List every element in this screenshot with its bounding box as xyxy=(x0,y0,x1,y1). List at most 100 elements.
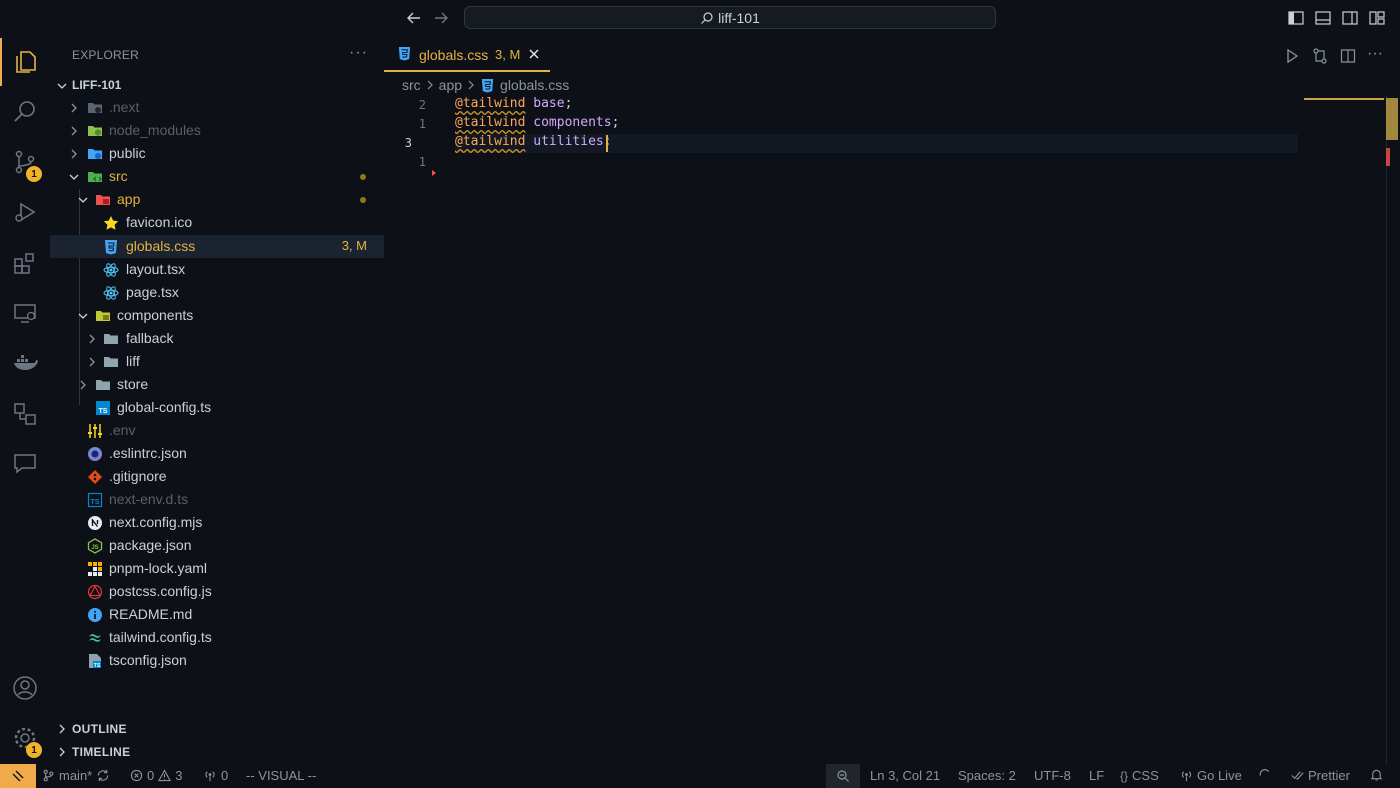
tab-badge: 3, M xyxy=(495,47,521,62)
tree-item-next-env[interactable]: TS next-env.d.ts xyxy=(50,488,384,511)
indentation-status[interactable]: Spaces: 2 xyxy=(958,768,1016,783)
tree-item-readme[interactable]: README.md xyxy=(50,603,384,626)
chat-activity[interactable] xyxy=(0,440,50,488)
tree-item-env[interactable]: .env xyxy=(50,419,384,442)
back-arrow-icon[interactable] xyxy=(405,9,423,27)
tree-item-label: node_modules xyxy=(109,122,201,138)
split-editor-icon[interactable] xyxy=(1340,48,1356,64)
explorer-activity[interactable] xyxy=(0,38,50,86)
toggle-panel-icon[interactable] xyxy=(1314,9,1332,27)
toggle-primary-sidebar-icon[interactable] xyxy=(1287,9,1305,27)
git-icon xyxy=(88,470,102,484)
chevron-right-icon xyxy=(71,126,77,136)
editor-more-actions-icon[interactable]: ··· xyxy=(1367,45,1383,63)
code-line: @tailwind base; xyxy=(455,96,573,111)
ports-status[interactable]: 0 xyxy=(203,768,228,783)
docker-activity[interactable] xyxy=(0,339,50,387)
accounts-activity[interactable] xyxy=(0,664,50,712)
modified-dot xyxy=(360,197,366,203)
timeline-title: TIMELINE xyxy=(72,745,131,759)
compare-changes-icon[interactable] xyxy=(1312,48,1328,64)
tree-item-page-tsx[interactable]: page.tsx xyxy=(50,281,384,304)
line-number: 2 xyxy=(418,98,426,112)
folder-node-icon xyxy=(88,126,102,136)
vertical-scrollbar[interactable] xyxy=(1386,96,1400,764)
search-icon xyxy=(701,11,713,24)
run-debug-icon xyxy=(15,202,36,222)
tree-item-postcss-config[interactable]: postcss.config.js xyxy=(50,580,384,603)
remote-indicator[interactable] xyxy=(0,764,36,788)
tree-item-label: store xyxy=(117,376,149,392)
go-live-status[interactable]: Go Live xyxy=(1180,768,1242,783)
branch-status[interactable]: main* xyxy=(42,768,110,783)
forward-arrow-icon[interactable] xyxy=(432,9,450,27)
root-folder-row[interactable]: LIFF-101 xyxy=(50,74,384,97)
tree-item-label: next.config.mjs xyxy=(109,514,203,530)
chat-icon xyxy=(14,454,36,474)
tree-item-label: page.tsx xyxy=(126,284,179,300)
source-control-activity[interactable]: 1 xyxy=(0,138,50,186)
tree-item-fallback-folder[interactable]: fallback xyxy=(50,327,384,350)
tree-item-components-folder[interactable]: components xyxy=(50,304,384,327)
more-actions-icon[interactable]: ··· xyxy=(349,44,368,62)
tab-globals-css[interactable]: globals.css 3, M xyxy=(384,36,550,72)
breadcrumb-item[interactable]: src xyxy=(402,77,421,93)
tree-item-label: favicon.ico xyxy=(126,214,193,230)
sidebar-title: EXPLORER xyxy=(72,48,139,62)
run-debug-activity[interactable] xyxy=(0,188,50,236)
tree-item-favicon[interactable]: favicon.ico xyxy=(50,211,384,234)
minimap[interactable] xyxy=(1304,98,1384,100)
tree-item-label: .env xyxy=(109,422,136,438)
command-center-search[interactable]: liff-101 xyxy=(464,6,996,29)
timeline-section[interactable]: TIMELINE xyxy=(50,741,384,763)
prettier-status[interactable]: Prettier xyxy=(1291,768,1350,783)
tree-item-gitignore[interactable]: .gitignore xyxy=(50,465,384,488)
problems-status[interactable]: 0 3 xyxy=(130,768,182,783)
notifications-status[interactable] xyxy=(1370,768,1383,782)
tree-item-next-folder[interactable]: .next xyxy=(50,96,384,119)
tree-item-tsconfig[interactable]: TS tsconfig.json xyxy=(50,649,384,672)
remote-explorer-activity[interactable] xyxy=(0,289,50,337)
manage-activity[interactable]: 1 xyxy=(0,714,50,762)
database-activity[interactable] xyxy=(0,390,50,438)
customize-layout-icon[interactable] xyxy=(1368,9,1386,27)
close-icon[interactable] xyxy=(528,48,540,60)
breadcrumb-item[interactable]: app xyxy=(439,77,462,93)
tree-item-liff-folder[interactable]: liff xyxy=(50,350,384,373)
eol-status[interactable]: LF xyxy=(1089,768,1104,783)
tree-item-label: src xyxy=(109,168,128,184)
code-editor[interactable]: 2 @tailwind base; 1 @tailwind components… xyxy=(384,94,1384,764)
run-icon[interactable] xyxy=(1284,48,1300,64)
tree-item-eslintrc[interactable]: .eslintrc.json xyxy=(50,442,384,465)
breadcrumb-item[interactable]: globals.css xyxy=(500,77,569,93)
language-status[interactable]: {} CSS xyxy=(1120,768,1159,783)
tree-item-next-config[interactable]: next.config.mjs xyxy=(50,511,384,534)
tree-item-pnpm-lock[interactable]: pnpm-lock.yaml xyxy=(50,557,384,580)
tree-item-label: .gitignore xyxy=(109,468,167,484)
tree-item-globals-css[interactable]: globals.css 3, M xyxy=(50,235,384,258)
search-activity[interactable] xyxy=(0,88,50,136)
tree-item-public-folder[interactable]: public xyxy=(50,142,384,165)
outline-section[interactable]: OUTLINE xyxy=(50,718,384,740)
cursor-position-status[interactable]: Ln 3, Col 21 xyxy=(870,768,940,783)
toggle-secondary-sidebar-icon[interactable] xyxy=(1341,9,1359,27)
tree-item-package-json[interactable]: JS package.json xyxy=(50,534,384,557)
status-bar: main* 0 3 0 -- VISUAL -- Ln 3, Col 21 Sp… xyxy=(0,764,1400,788)
extensions-activity[interactable] xyxy=(0,239,50,287)
tree-item-tailwind-config[interactable]: tailwind.config.ts xyxy=(50,626,384,649)
eslint-icon xyxy=(88,447,102,461)
tree-item-store-folder[interactable]: store xyxy=(50,373,384,396)
encoding-status[interactable]: UTF-8 xyxy=(1034,768,1071,783)
tree-item-global-config-ts[interactable]: TS global-config.ts xyxy=(50,396,384,419)
svg-text:TS: TS xyxy=(99,408,108,415)
tree-item-layout-tsx[interactable]: layout.tsx xyxy=(50,258,384,281)
zoom-indicator[interactable] xyxy=(826,764,860,788)
tree-item-node-modules-folder[interactable]: node_modules xyxy=(50,119,384,142)
broadcast-icon xyxy=(205,771,215,782)
braces-icon: {} xyxy=(1120,768,1129,783)
tree-item-src-folder[interactable]: src xyxy=(50,165,384,188)
scrollbar-thumb[interactable] xyxy=(1386,98,1398,140)
tree-item-app-folder[interactable]: app xyxy=(50,188,384,211)
tree-item-label: global-config.ts xyxy=(117,399,212,415)
chevron-right-icon xyxy=(89,334,95,344)
